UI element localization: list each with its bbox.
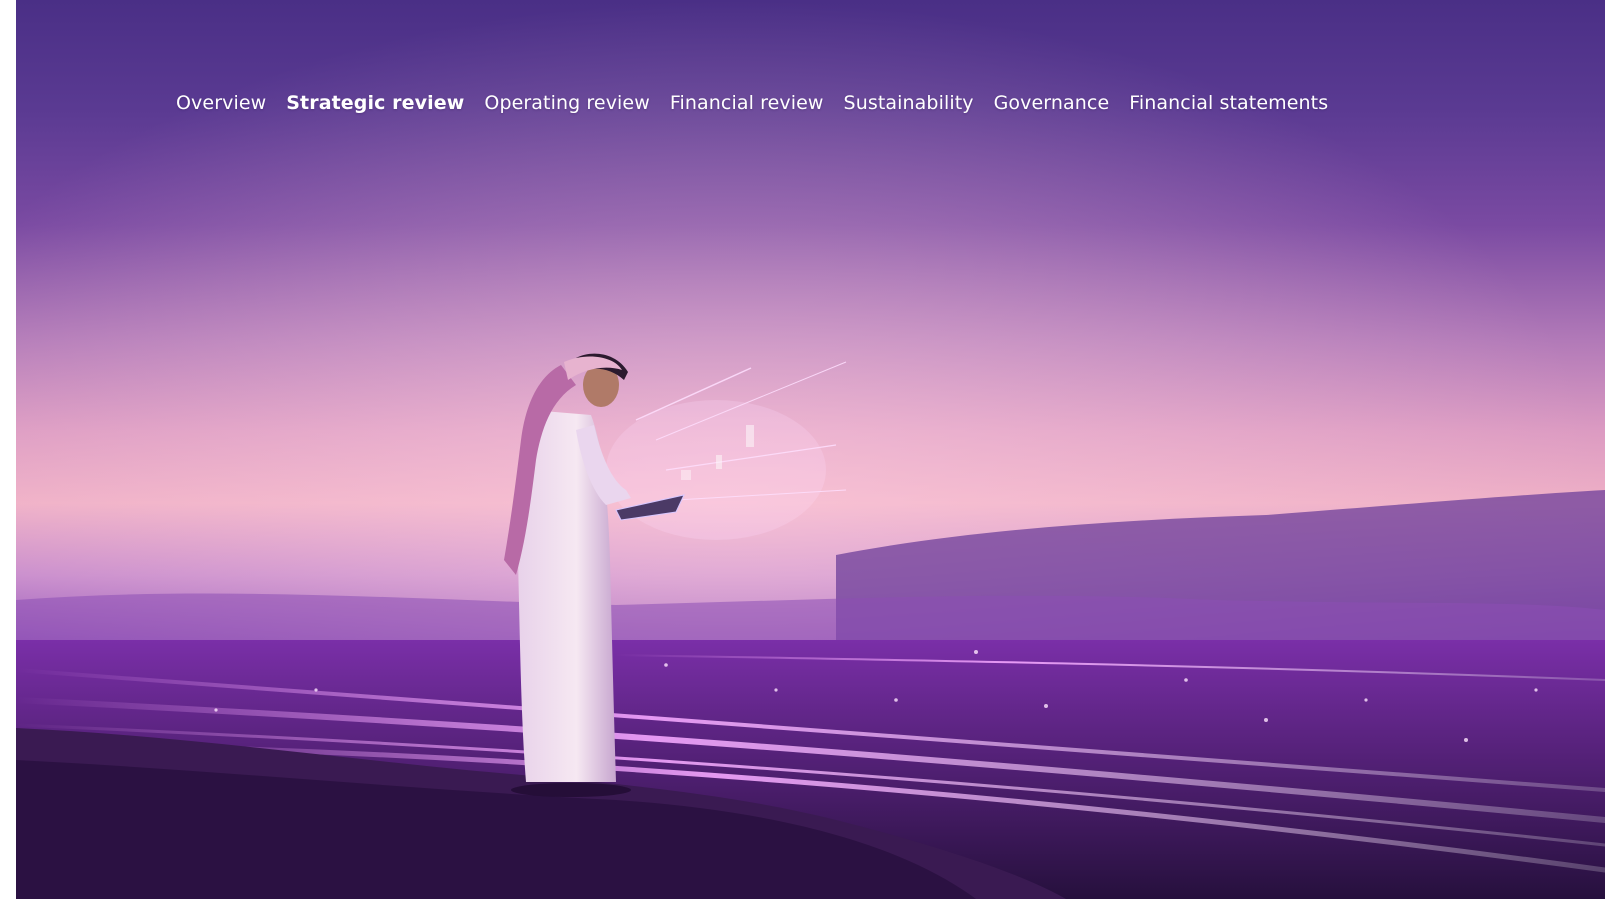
hero-banner: Overview Strategic review Operating revi… (16, 0, 1605, 899)
nav-item-financial-statements[interactable]: Financial statements (1129, 88, 1328, 118)
nav-item-overview[interactable]: Overview (176, 88, 266, 118)
top-navigation: Overview Strategic review Operating revi… (176, 88, 1348, 118)
nav-item-sustainability[interactable]: Sustainability (844, 88, 974, 118)
nav-item-governance[interactable]: Governance (994, 88, 1110, 118)
left-margin-strip (0, 0, 16, 899)
nav-item-strategic-review[interactable]: Strategic review (286, 88, 464, 118)
nav-item-operating-review[interactable]: Operating review (484, 88, 649, 118)
hero-image (16, 0, 1605, 899)
page: Overview Strategic review Operating revi… (0, 0, 1605, 899)
nav-item-financial-review[interactable]: Financial review (670, 88, 824, 118)
